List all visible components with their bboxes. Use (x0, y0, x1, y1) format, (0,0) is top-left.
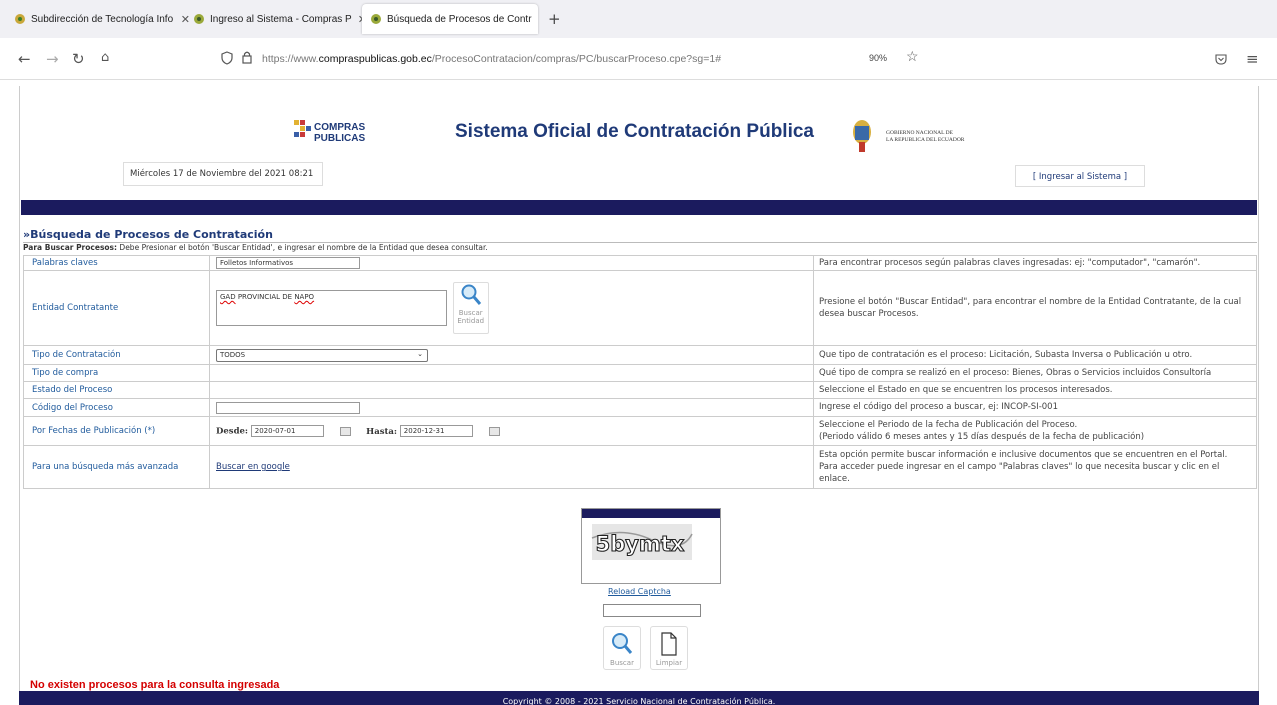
site-favicon-icon (15, 14, 25, 24)
tab-label: Búsqueda de Procesos de Contr (387, 13, 532, 25)
form-row-type: Tipo de Contratación TODOS ⌄ Que tipo de … (23, 345, 1257, 365)
clear-button[interactable]: Limpiar (650, 626, 688, 670)
entity-help: Presione el botón "Buscar Entidad", para… (813, 270, 1257, 346)
compras-publicas-logo: COMPRAS PUBLICAS (294, 120, 365, 144)
type-label: Tipo de Contratación (23, 345, 210, 365)
purchase-label: Tipo de compra (23, 364, 210, 382)
current-date: Miércoles 17 de Noviembre del 2021 08:21 (123, 162, 323, 186)
lock-icon (242, 51, 252, 64)
back-icon[interactable]: ← (18, 50, 31, 68)
home-icon[interactable]: ⌂ (101, 50, 109, 65)
form-row-dates: Por Fechas de Publicación (*) Desde: 202… (23, 416, 1257, 446)
zoom-level[interactable]: 90% (869, 53, 887, 63)
captcha-box: 5bymtx (581, 508, 721, 584)
chevron-down-icon: ⌄ (417, 349, 423, 358)
captcha-text: 5bymtx (596, 532, 685, 556)
keywords-label: Palabras claves (23, 255, 210, 271)
tab-ingreso[interactable]: Ingreso al Sistema - Compras P ✕ (193, 8, 363, 30)
type-select[interactable]: TODOS ⌄ (216, 348, 428, 362)
code-input[interactable] (216, 401, 360, 414)
magnifier-icon (612, 633, 633, 654)
code-help: Ingrese el código del proceso a buscar, … (813, 398, 1257, 417)
reload-icon[interactable]: ↻ (72, 50, 85, 68)
to-date-input[interactable]: 2020-12-31 (399, 425, 473, 437)
site-favicon-icon (194, 14, 204, 24)
type-help: Que tipo de contratación es el proceso: … (813, 345, 1257, 365)
search-entity-label: Buscar Entidad (457, 309, 485, 325)
calendar-icon[interactable] (489, 426, 501, 436)
form-row-state: Estado del Proceso Seleccione el Estado … (23, 381, 1257, 399)
entity-label: Entidad Contratante (23, 270, 210, 346)
keywords-input[interactable]: Folletos Informativos (216, 257, 360, 269)
captcha-input[interactable] (603, 604, 701, 617)
site-title: Sistema Oficial de Contratación Pública (455, 121, 814, 142)
form-row-purchase: Tipo de compra Qué tipo de compra se rea… (23, 364, 1257, 382)
url-bar[interactable]: https://www.compraspublicas.gob.ec/Proce… (206, 45, 1253, 72)
advanced-help: Esta opción permite buscar información e… (813, 445, 1257, 489)
purchase-help: Qué tipo de compra se realizó en el proc… (813, 364, 1257, 382)
advanced-label: Para una búsqueda más avanzada (23, 445, 210, 489)
close-icon[interactable]: ✕ (532, 13, 539, 26)
browser-nav-bar: ← → ↻ ⌂ https://www.compraspublicas.gob.… (0, 38, 1277, 80)
from-label: Desde: (216, 426, 249, 437)
shield-icon (221, 51, 233, 65)
form-row-advanced: Para una búsqueda más avanzada Buscar en… (23, 445, 1257, 489)
blank-document-icon (661, 632, 677, 656)
clear-button-label: Limpiar (655, 659, 683, 667)
code-label: Código del Proceso (23, 398, 210, 417)
tab-subdireccion[interactable]: Subdirección de Tecnología Info ✕ (14, 8, 196, 30)
tab-label: Subdirección de Tecnología Info (31, 13, 174, 25)
form-row-code: Código del Proceso Ingrese el código del… (23, 398, 1257, 417)
no-results-message: No existen procesos para la consulta ing… (30, 679, 280, 691)
captcha-image: 5bymtx (591, 524, 693, 560)
section-title: »Búsqueda de Procesos de Contratación (23, 228, 273, 241)
tab-label: Ingreso al Sistema - Compras P (210, 13, 352, 25)
tab-busqueda[interactable]: Búsqueda de Procesos de Contr ✕ (362, 4, 538, 34)
menu-icon[interactable]: ≡ (1246, 50, 1259, 68)
from-date-input[interactable]: 2020-07-01 (250, 425, 324, 437)
google-search-link[interactable]: Buscar en google (216, 462, 290, 472)
browser-tab-bar: Subdirección de Tecnología Info ✕ Ingres… (0, 0, 1277, 38)
search-button-label: Buscar (610, 659, 634, 667)
header-divider (21, 200, 1257, 215)
footer: Copyright © 2008 - 2021 Servicio Naciona… (19, 691, 1259, 705)
forward-icon[interactable]: → (46, 50, 59, 68)
entity-textarea[interactable]: GAD PROVINCIAL DE NAPO (216, 290, 447, 326)
to-label: Hasta: (366, 426, 398, 437)
search-entity-button[interactable]: Buscar Entidad (452, 282, 489, 334)
state-label: Estado del Proceso (23, 381, 210, 399)
magnifier-icon (461, 284, 481, 305)
state-help: Seleccione el Estado en que se encuentre… (813, 381, 1257, 399)
government-label: GOBIERNO NACIONAL DE LA REPUBLICA DEL ECU… (886, 130, 965, 143)
logo-line-1: COMPRAS (314, 122, 365, 133)
url-text: https://www.compraspublicas.gob.ec/Proce… (262, 53, 722, 65)
captcha-header (582, 509, 720, 518)
dates-help: Seleccione el Periodo de la fecha de Pub… (813, 416, 1257, 446)
search-button[interactable]: Buscar (603, 626, 641, 670)
form-row-entity: Entidad Contratante GAD PROVINCIAL DE NA… (23, 270, 1257, 346)
form-row-keywords: Palabras claves Folletos Informativos Pa… (23, 255, 1257, 271)
pocket-icon[interactable] (1215, 53, 1227, 65)
login-link[interactable]: [ Ingresar al Sistema ] (1015, 165, 1145, 187)
new-tab-icon[interactable]: + (548, 10, 561, 28)
bookmark-star-icon[interactable]: ☆ (906, 48, 919, 65)
search-instructions: Para Buscar Procesos: Debe Presionar el … (23, 242, 1257, 254)
dates-label: Por Fechas de Publicación (*) (23, 416, 210, 446)
reload-captcha-link[interactable]: Reload Captcha (608, 587, 671, 596)
site-favicon-icon (371, 14, 381, 24)
calendar-icon[interactable] (340, 426, 352, 436)
keywords-help: Para encontrar procesos según palabras c… (813, 255, 1257, 271)
search-form: Palabras claves Folletos Informativos Pa… (23, 255, 1257, 489)
logo-line-2: PUBLICAS (314, 133, 365, 144)
